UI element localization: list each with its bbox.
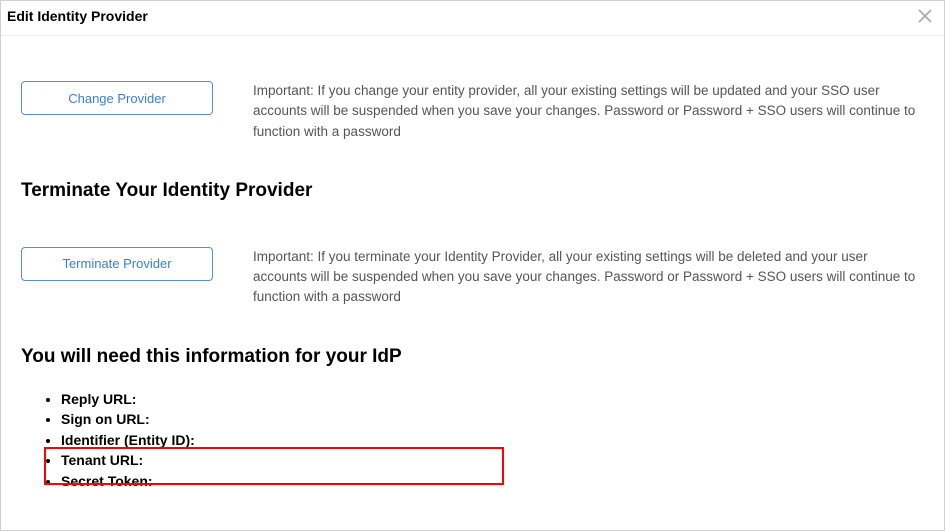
list-item: Reply URL: — [61, 390, 924, 410]
close-button[interactable] — [916, 7, 934, 25]
change-provider-section: Change Provider Important: If you change… — [21, 81, 924, 142]
list-item: Secret Token: — [61, 472, 924, 492]
change-provider-button[interactable]: Change Provider — [21, 81, 213, 115]
modal-body[interactable]: Change Provider Important: If you change… — [1, 36, 944, 530]
idp-info-list: Reply URL: Sign on URL: Identifier (Enti… — [21, 390, 924, 492]
terminate-provider-button[interactable]: Terminate Provider — [21, 247, 213, 281]
list-item: Tenant URL: — [61, 451, 924, 471]
terminate-heading: Terminate Your Identity Provider — [21, 180, 924, 202]
list-item: Sign on URL: — [61, 410, 924, 430]
edit-identity-provider-modal: Edit Identity Provider Change Provider I… — [0, 0, 945, 531]
idp-info-heading: You will need this information for your … — [21, 346, 924, 368]
list-item: Identifier (Entity ID): — [61, 431, 924, 451]
modal-title: Edit Identity Provider — [7, 8, 148, 24]
terminate-provider-info: Important: If you terminate your Identit… — [253, 247, 924, 308]
close-icon — [918, 9, 932, 23]
change-provider-info: Important: If you change your entity pro… — [253, 81, 924, 142]
terminate-provider-section: Terminate Provider Important: If you ter… — [21, 247, 924, 308]
modal-header: Edit Identity Provider — [1, 1, 944, 36]
